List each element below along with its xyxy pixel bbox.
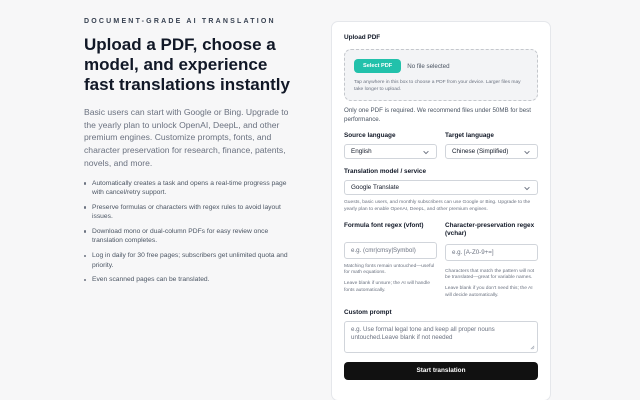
file-status: No file selected xyxy=(407,62,450,70)
eyebrow: DOCUMENT-GRADE AI TRANSLATION xyxy=(84,18,276,25)
feature-item: Download mono or dual-column PDFs for ea… xyxy=(84,227,300,246)
dropzone-hint: Tap anywhere in this box to choose a PDF… xyxy=(354,80,521,92)
pdf-dropzone[interactable]: Select PDF No file selected Tap anywhere… xyxy=(344,49,538,101)
source-language-select[interactable]: English xyxy=(344,144,437,159)
chevron-down-icon xyxy=(423,150,429,154)
formula-help-secondary: Leave blank if unsure; the AI will handl… xyxy=(344,281,430,293)
char-help: Characters that match the pattern will n… xyxy=(445,268,535,281)
chevron-down-icon xyxy=(524,186,530,190)
upload-label: Upload PDF xyxy=(344,34,381,41)
model-value: Google Translate xyxy=(351,184,399,191)
feature-list: Automatically creates a task and opens a… xyxy=(84,179,300,285)
char-regex-input[interactable]: e.g. [A-Z0-9+=] xyxy=(445,243,538,261)
char-regex-label: Character-preservation regex (vchar) xyxy=(445,221,535,238)
resize-grip-icon[interactable] xyxy=(530,345,535,350)
pdf-note: Only one PDF is required. We recommend f… xyxy=(344,107,531,123)
custom-prompt-placeholder: e.g. Use formal legal tone and keep all … xyxy=(351,325,495,342)
custom-prompt-textarea[interactable]: e.g. Use formal legal tone and keep all … xyxy=(344,320,538,353)
model-label: Translation model / service xyxy=(344,168,427,175)
formula-regex-input[interactable]: e.g. (cmr|cmsy|Symbol) xyxy=(344,241,437,259)
char-help-secondary: Leave blank if you don't need this; the … xyxy=(445,286,533,298)
formula-regex-label: Formula font regex (vfont) xyxy=(344,221,424,229)
feature-item: Automatically creates a task and opens a… xyxy=(84,179,300,198)
feature-item: Even scanned pages can be translated. xyxy=(84,275,300,285)
page-title: Upload a PDF, choose a model, and experi… xyxy=(84,35,290,94)
source-language-value: English xyxy=(351,148,372,155)
chevron-down-icon xyxy=(524,150,530,154)
source-language-label: Source language xyxy=(344,132,396,139)
start-translation-button[interactable]: Start translation xyxy=(344,361,538,380)
target-language-value: Chinese (Simplified) xyxy=(452,148,509,155)
feature-item: Log in daily for 30 free pages; subscrib… xyxy=(84,251,300,270)
model-select[interactable]: Google Translate xyxy=(344,180,538,195)
target-language-label: Target language xyxy=(445,132,494,139)
translation-form-card: Upload PDF Select PDF No file selected T… xyxy=(331,21,551,400)
custom-prompt-label: Custom prompt xyxy=(344,308,392,316)
target-language-select[interactable]: Chinese (Simplified) xyxy=(445,144,538,159)
lead-paragraph: Basic users can start with Google or Bin… xyxy=(84,107,289,168)
formula-help: Matching fonts remain untouched—useful f… xyxy=(344,263,435,276)
hero-section: DOCUMENT-GRADE AI TRANSLATION Upload a P… xyxy=(84,18,300,290)
model-help: Guests, basic users, and monthly subscri… xyxy=(344,200,531,212)
select-pdf-button[interactable]: Select PDF xyxy=(354,59,402,73)
feature-item: Preserve formulas or characters with reg… xyxy=(84,203,300,222)
